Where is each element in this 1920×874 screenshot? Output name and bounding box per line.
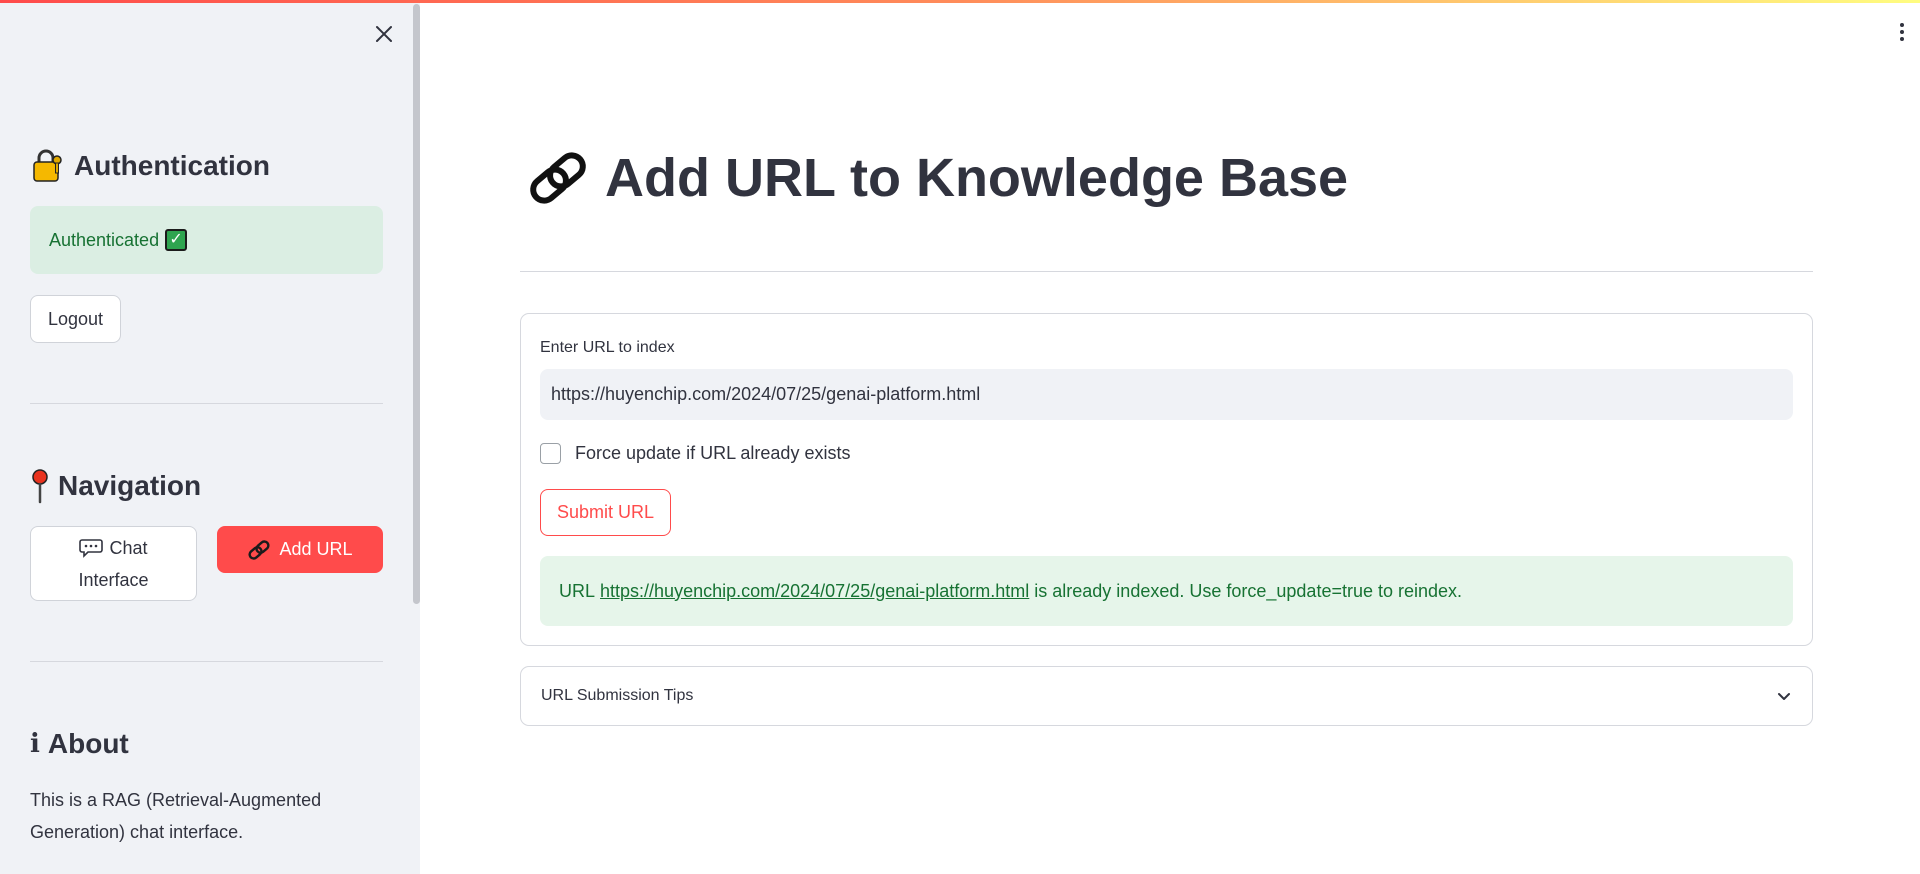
force-update-label: Force update if URL already exists bbox=[575, 443, 851, 463]
check-mark-icon: ✓ bbox=[165, 229, 188, 251]
page-title: Add URL to Knowledge Base bbox=[525, 145, 1348, 211]
chevron-down-icon bbox=[1778, 693, 1790, 700]
status-message-suffix: is already indexed. Use force_update=tru… bbox=[1034, 580, 1463, 601]
link-icon bbox=[248, 539, 271, 560]
more-vertical-icon bbox=[1900, 23, 1904, 27]
chat-interface-button[interactable]: Chat Interface bbox=[30, 526, 197, 601]
about-text: This is a RAG (Retrieval-Augmented Gener… bbox=[30, 790, 322, 842]
sidebar-divider bbox=[30, 403, 383, 404]
auth-status-box: Authenticated ✓ bbox=[30, 206, 383, 274]
top-decoration-bar bbox=[0, 0, 1920, 3]
speech-balloon-icon bbox=[79, 538, 104, 558]
round-pushpin-icon bbox=[32, 469, 48, 504]
title-divider bbox=[520, 271, 1813, 272]
main-menu-button[interactable] bbox=[1890, 20, 1914, 44]
logout-button[interactable]: Logout bbox=[30, 295, 121, 343]
status-message: URL https://huyenchip.com/2024/07/25/gen… bbox=[540, 556, 1793, 626]
url-form: Enter URL to index Force update if URL a… bbox=[520, 313, 1813, 646]
auth-heading: Authentication bbox=[30, 148, 270, 184]
close-sidebar-button[interactable] bbox=[370, 20, 398, 48]
locked-with-key-icon bbox=[33, 149, 62, 182]
url-tips-label: URL Submission Tips bbox=[541, 687, 694, 704]
page-title-text: Add URL to Knowledge Base bbox=[605, 148, 1349, 208]
close-icon bbox=[376, 26, 392, 42]
add-url-nav-label: Add URL bbox=[279, 539, 353, 559]
force-update-checkbox[interactable] bbox=[540, 443, 561, 464]
indexed-url-link[interactable]: https://huyenchip.com/2024/07/25/genai-p… bbox=[600, 581, 1029, 602]
about-heading-text: About bbox=[47, 728, 129, 759]
submit-url-button[interactable]: Submit URL bbox=[540, 489, 671, 536]
url-tips-expander[interactable]: URL Submission Tips bbox=[520, 666, 1813, 726]
sidebar: Authentication Authenticated ✓ Logout Na… bbox=[0, 0, 420, 874]
force-update-row[interactable]: Force update if URL already exists bbox=[540, 443, 850, 464]
chat-button-label-line1: Chat bbox=[109, 537, 148, 558]
chat-button-label-line2: Interface bbox=[78, 569, 149, 590]
nav-heading-text: Navigation bbox=[58, 470, 202, 501]
url-field-label: Enter URL to index bbox=[540, 339, 675, 356]
main-content: Add URL to Knowledge Base Enter URL to i… bbox=[420, 0, 1920, 874]
about-heading: i About bbox=[30, 728, 129, 760]
sidebar-divider bbox=[30, 661, 383, 662]
auth-status-text: Authenticated bbox=[49, 229, 160, 250]
link-icon bbox=[530, 152, 586, 204]
url-input[interactable] bbox=[540, 369, 1793, 420]
status-message-prefix: URL bbox=[559, 580, 596, 601]
chat-button-line: Chat bbox=[79, 532, 148, 564]
info-icon: i bbox=[30, 729, 40, 759]
add-url-nav-button[interactable]: Add URL bbox=[217, 526, 383, 573]
nav-heading: Navigation bbox=[30, 468, 201, 504]
sidebar-scrollbar[interactable] bbox=[413, 4, 420, 604]
auth-heading-text: Authentication bbox=[74, 150, 270, 181]
